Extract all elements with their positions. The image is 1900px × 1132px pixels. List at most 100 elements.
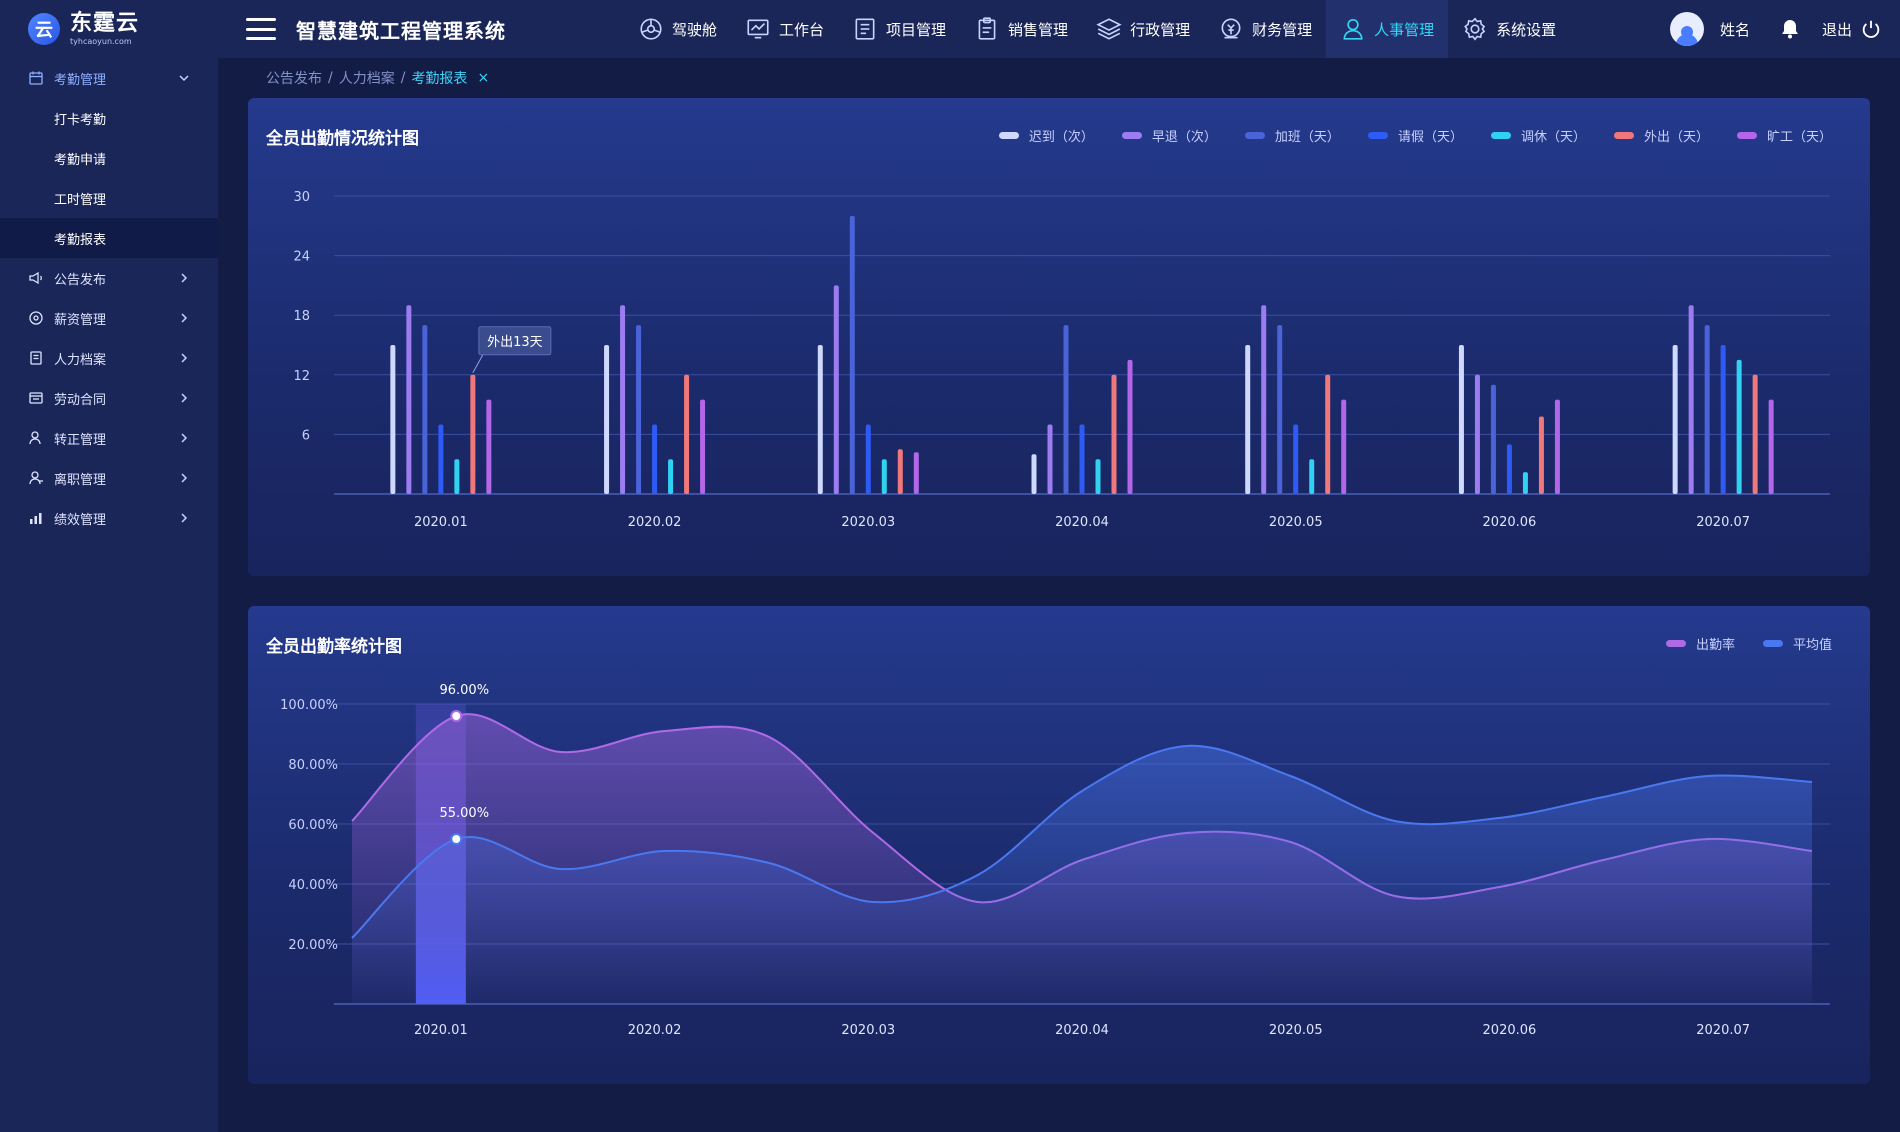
topnav-project[interactable]: 项目管理: [838, 0, 960, 58]
menu-toggle-icon[interactable]: [246, 18, 276, 40]
bar[interactable]: [1458, 345, 1464, 494]
legend-item[interactable]: 旷工（天）: [1736, 126, 1832, 145]
bar[interactable]: [1063, 325, 1069, 494]
bar[interactable]: [913, 452, 919, 494]
bar[interactable]: [1672, 345, 1678, 494]
brand-sub: tyhcaoyun.com: [70, 36, 132, 46]
top-header: 云 东霆云 tyhcaoyun.com 智慧建筑工程管理系统 驾驶舱 工作台 项…: [0, 0, 1900, 58]
topnav-sales[interactable]: 销售管理: [960, 0, 1082, 58]
sidebar-item-salary[interactable]: 薪资管理: [0, 298, 218, 338]
bar[interactable]: [486, 399, 492, 494]
legend-item[interactable]: 加班（天）: [1244, 126, 1340, 145]
bar[interactable]: [438, 424, 444, 494]
bar[interactable]: [1095, 459, 1101, 494]
y-tick-label: 20.00%: [288, 938, 338, 953]
bar[interactable]: [422, 325, 428, 494]
bar[interactable]: [1538, 416, 1544, 494]
sidebar-sub-report[interactable]: 考勤报表: [0, 218, 218, 258]
bar[interactable]: [817, 345, 823, 494]
bar[interactable]: [1704, 325, 1710, 494]
bar[interactable]: [849, 215, 855, 494]
bar[interactable]: [684, 374, 690, 494]
bar[interactable]: [1522, 472, 1528, 494]
bar[interactable]: [897, 449, 903, 494]
bar[interactable]: [1277, 325, 1283, 494]
legend-item[interactable]: 迟到（次）: [998, 126, 1094, 145]
topnav-hr[interactable]: 人事管理: [1326, 0, 1449, 58]
bar[interactable]: [865, 424, 871, 494]
legend-item[interactable]: 早退（次）: [1121, 126, 1217, 145]
sidebar-sub-apply[interactable]: 考勤申请: [0, 138, 218, 178]
legend-item[interactable]: 请假（天）: [1367, 126, 1463, 145]
topnav-admin[interactable]: 行政管理: [1082, 0, 1204, 58]
bar[interactable]: [1047, 424, 1053, 494]
data-point[interactable]: [450, 710, 463, 722]
bar[interactable]: [1688, 305, 1694, 494]
bar[interactable]: [833, 285, 839, 494]
bar[interactable]: [1111, 374, 1117, 494]
sidebar-item-performance[interactable]: 绩效管理: [0, 498, 218, 538]
topnav-finance[interactable]: 财务管理: [1204, 0, 1326, 58]
legend-item[interactable]: 调休（天）: [1490, 126, 1586, 145]
breadcrumb-item[interactable]: 人力档案: [339, 68, 395, 88]
bar[interactable]: [1309, 459, 1315, 494]
bar[interactable]: [1031, 454, 1037, 494]
bar[interactable]: [406, 305, 412, 494]
bar[interactable]: [620, 305, 626, 494]
x-tick-label: 2020.06: [1483, 515, 1537, 530]
bar[interactable]: [1768, 399, 1774, 494]
bar[interactable]: [1506, 444, 1512, 494]
bar[interactable]: [1752, 374, 1758, 494]
legend-item[interactable]: 平均值: [1762, 634, 1832, 653]
legend-swatch: [1665, 640, 1686, 647]
user-name[interactable]: 姓名: [1720, 19, 1750, 40]
data-point[interactable]: [450, 833, 463, 845]
legend-item[interactable]: 出勤率: [1665, 634, 1735, 653]
avatar[interactable]: [1669, 12, 1704, 46]
bar[interactable]: [652, 424, 658, 494]
topnav-workbench[interactable]: 工作台: [731, 0, 838, 58]
bar[interactable]: [1127, 359, 1133, 494]
breadcrumb-item[interactable]: 公告发布: [266, 68, 322, 88]
bar[interactable]: [636, 325, 642, 494]
bar[interactable]: [1736, 359, 1742, 494]
legend-label: 早退（次）: [1151, 130, 1217, 145]
bar[interactable]: [881, 459, 887, 494]
bar[interactable]: [1554, 399, 1560, 494]
sidebar-item-resign[interactable]: 离职管理: [0, 458, 218, 498]
bar[interactable]: [1341, 399, 1347, 494]
bar[interactable]: [1474, 374, 1480, 494]
sidebar-item-contract[interactable]: 劳动合同: [0, 378, 218, 418]
brand[interactable]: 云 东霆云 tyhcaoyun.com: [0, 0, 218, 58]
bar[interactable]: [470, 374, 476, 494]
bar[interactable]: [1245, 345, 1251, 494]
bar[interactable]: [1490, 384, 1496, 494]
sidebar-sub-worktime[interactable]: 工时管理: [0, 178, 218, 218]
bar[interactable]: [700, 399, 706, 494]
bar[interactable]: [1720, 345, 1726, 494]
bell-icon[interactable]: [1778, 17, 1802, 41]
close-tab-button[interactable]: ×: [477, 70, 489, 86]
topnav-dashboard[interactable]: 驾驶舱: [624, 0, 731, 58]
sidebar-group-attendance[interactable]: 考勤管理: [0, 58, 218, 98]
bar[interactable]: [454, 459, 460, 494]
y-tick-label: 12: [293, 369, 310, 384]
bar[interactable]: [390, 345, 396, 494]
logout-button[interactable]: 退出: [1822, 18, 1882, 40]
sidebar-item-regular[interactable]: 转正管理: [0, 418, 218, 458]
topnav-settings[interactable]: 系统设置: [1448, 0, 1570, 58]
legend-swatch: [1244, 132, 1265, 139]
chevron-right-icon: [181, 473, 188, 483]
legend-item[interactable]: 外出（天）: [1613, 126, 1709, 145]
breadcrumb-separator: /: [328, 70, 333, 86]
bar[interactable]: [668, 459, 674, 494]
sidebar-sub-clockin[interactable]: 打卡考勤: [0, 98, 218, 138]
sidebar-item-archive[interactable]: 人力档案: [0, 338, 218, 378]
bar[interactable]: [604, 345, 610, 494]
bar[interactable]: [1261, 305, 1267, 494]
bar[interactable]: [1079, 424, 1085, 494]
power-icon: [1862, 20, 1880, 38]
bar[interactable]: [1293, 424, 1299, 494]
bar[interactable]: [1325, 374, 1331, 494]
sidebar-item-announcement[interactable]: 公告发布: [0, 258, 218, 298]
